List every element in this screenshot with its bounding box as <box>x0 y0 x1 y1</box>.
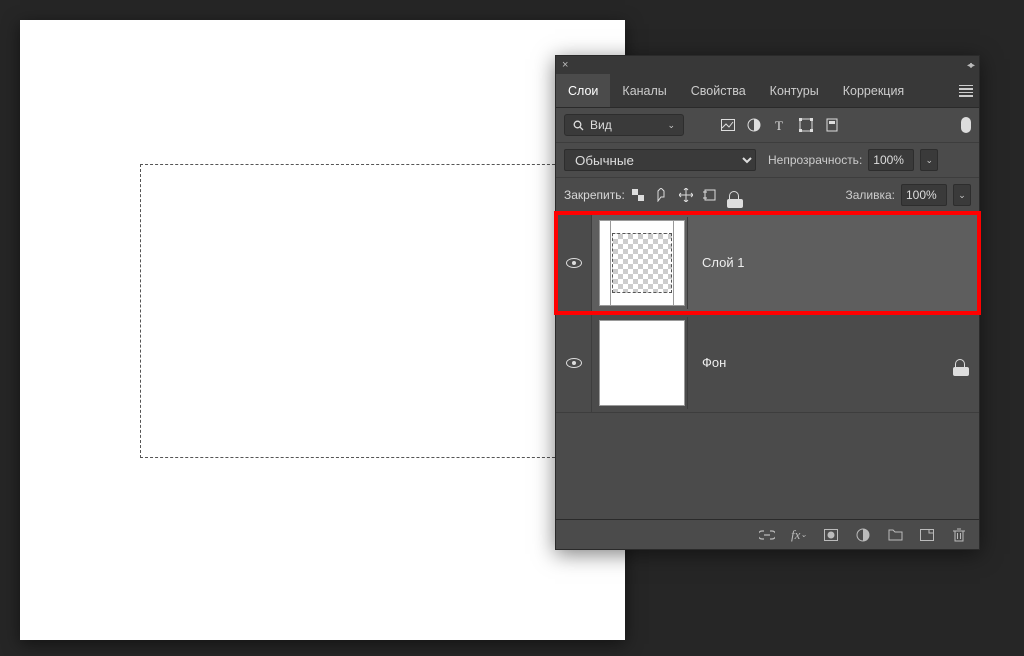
filter-adjust-icon[interactable] <box>746 117 762 133</box>
fill-input[interactable]: 100% <box>901 184 947 206</box>
filter-pixel-icon[interactable] <box>720 117 736 133</box>
filter-row: Вид ⌄ T <box>556 108 979 143</box>
opacity-chevron-icon[interactable]: ⌄ <box>920 149 938 171</box>
close-icon[interactable]: × <box>562 59 568 71</box>
lock-row: Закрепить: Заливка: 100% ⌄ <box>556 178 979 213</box>
blend-row: Обычные Непрозрачность: 100% ⌄ <box>556 143 979 178</box>
layer-thumbnail[interactable] <box>596 317 688 409</box>
blend-mode-select[interactable]: Обычные <box>564 149 756 171</box>
lock-position-icon[interactable] <box>679 188 693 202</box>
layer-style-icon[interactable]: fx⌄ <box>791 527 807 543</box>
tab-layers[interactable]: Слои <box>556 74 610 107</box>
tab-properties[interactable]: Свойства <box>679 74 758 107</box>
eye-icon <box>566 258 582 268</box>
fill-chevron-icon[interactable]: ⌄ <box>953 184 971 206</box>
tab-correction[interactable]: Коррекция <box>831 74 916 107</box>
new-layer-icon[interactable] <box>919 527 935 543</box>
opacity-input[interactable]: 100% <box>868 149 914 171</box>
filter-toggle-switch[interactable] <box>961 117 971 133</box>
adjustment-layer-icon[interactable] <box>855 527 871 543</box>
lock-artboard-icon[interactable] <box>703 188 717 202</box>
layer-visibility-toggle[interactable] <box>556 313 592 412</box>
layer-row[interactable]: Слой 1 <box>556 213 979 313</box>
filter-shape-icon[interactable] <box>798 117 814 133</box>
layer-thumbnail[interactable] <box>596 217 688 309</box>
layer-name[interactable]: Слой 1 <box>688 255 744 270</box>
marquee-selection <box>140 164 560 458</box>
layers-list: Слой 1 Фон <box>556 213 979 519</box>
layer-filter-select[interactable]: Вид ⌄ <box>564 114 684 136</box>
lock-image-icon[interactable] <box>655 188 669 202</box>
filter-smart-icon[interactable] <box>824 117 840 133</box>
svg-text:T: T <box>775 119 783 131</box>
tab-paths[interactable]: Контуры <box>758 74 831 107</box>
canvas[interactable] <box>20 20 625 640</box>
lock-transparent-icon[interactable] <box>631 188 645 202</box>
layer-row[interactable]: Фон <box>556 313 979 413</box>
filter-label: Вид <box>590 118 612 132</box>
collapse-icon[interactable]: ◂▸ <box>967 60 973 71</box>
link-layers-icon[interactable] <box>759 527 775 543</box>
tab-channels[interactable]: Каналы <box>610 74 678 107</box>
layer-visibility-toggle[interactable] <box>556 213 592 312</box>
group-layers-icon[interactable] <box>887 527 903 543</box>
search-icon <box>573 120 584 131</box>
layer-mask-icon[interactable] <box>823 527 839 543</box>
panel-menu-icon[interactable] <box>953 74 979 107</box>
lock-label: Закрепить: <box>564 188 625 202</box>
lock-all-icon[interactable] <box>727 188 741 202</box>
opacity-label: Непрозрачность: <box>768 153 862 167</box>
panel-titlebar: × ◂▸ <box>556 56 979 74</box>
layer-name[interactable]: Фон <box>688 355 726 370</box>
fill-label: Заливка: <box>845 188 895 202</box>
layer-lock-icon[interactable] <box>953 355 967 371</box>
delete-layer-icon[interactable] <box>951 527 967 543</box>
filter-type-icon[interactable]: T <box>772 117 788 133</box>
eye-icon <box>566 358 582 368</box>
panel-footer: fx⌄ <box>556 519 979 549</box>
panel-tabs: Слои Каналы Свойства Контуры Коррекция <box>556 74 979 108</box>
layers-panel: × ◂▸ Слои Каналы Свойства Контуры Коррек… <box>555 55 980 550</box>
chevron-down-icon: ⌄ <box>667 120 675 131</box>
